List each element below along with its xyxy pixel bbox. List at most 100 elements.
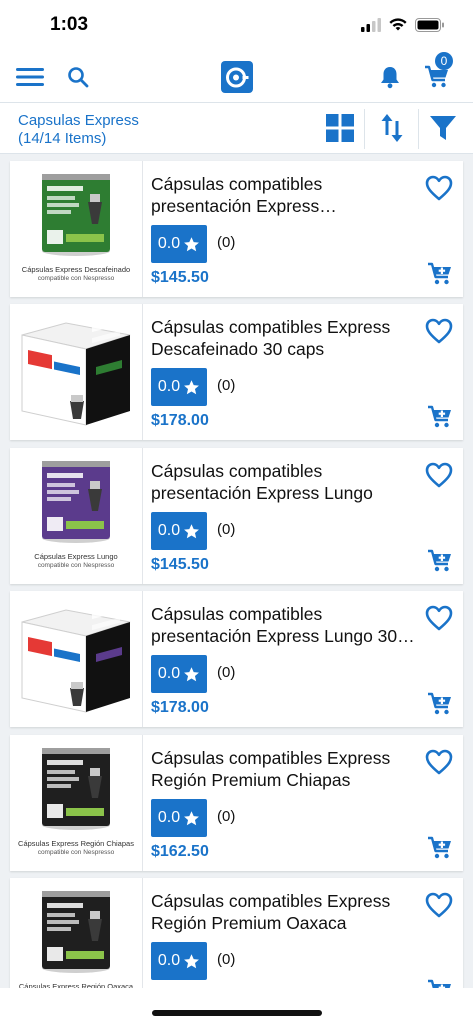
heart-icon	[425, 462, 453, 488]
review-count: (0)	[217, 521, 236, 538]
add-to-cart-button[interactable]	[423, 546, 457, 576]
add-to-cart-icon	[428, 692, 451, 715]
item-count: (14/14 Items)	[18, 130, 107, 147]
rating-badge: 0.0	[151, 942, 207, 980]
add-to-cart-button[interactable]	[423, 976, 457, 988]
product-image[interactable]	[10, 304, 142, 440]
rating-value: 0.0	[157, 522, 181, 539]
product-name[interactable]: Cápsulas compatibles Express Región Prem…	[151, 890, 417, 934]
top-nav	[0, 52, 473, 102]
favorite-button[interactable]	[421, 601, 457, 635]
wifi-icon	[388, 17, 408, 37]
search-button[interactable]	[62, 52, 94, 102]
product-image-subcaption: compatible con Nespresso	[37, 275, 115, 282]
product-card[interactable]: Cápsulas Express Región Chiapas compatibl…	[10, 735, 463, 871]
add-to-cart-icon	[428, 836, 451, 859]
category-toolbar: Capsulas Express (14/14 Items)	[0, 102, 473, 154]
home-indicator[interactable]	[152, 1010, 322, 1016]
product-name[interactable]: Cápsulas compatibles presentación Expres…	[151, 603, 417, 647]
sort-button[interactable]	[365, 103, 419, 153]
battery-icon	[415, 17, 445, 37]
add-to-cart-button[interactable]	[423, 833, 457, 863]
status-time: 1:03	[50, 14, 89, 35]
rating-value: 0.0	[157, 952, 181, 969]
grid-view-button[interactable]	[313, 103, 367, 153]
menu-button[interactable]	[12, 52, 48, 102]
rating-value: 0.0	[157, 809, 181, 826]
heart-icon	[425, 318, 453, 344]
grid-view-icon	[326, 114, 354, 142]
search-icon	[68, 67, 89, 88]
hamburger-menu-icon	[16, 68, 44, 86]
rating-value: 0.0	[157, 235, 181, 252]
star-icon	[184, 666, 200, 681]
product-image[interactable]	[10, 591, 142, 727]
heart-icon	[425, 892, 453, 918]
review-count: (0)	[217, 951, 236, 968]
rating-value: 0.0	[157, 378, 181, 395]
product-image-subcaption: compatible con Nespresso	[37, 849, 115, 856]
product-price: $145.50	[151, 556, 209, 573]
status-icons	[361, 17, 445, 37]
product-price: $162.50	[151, 843, 209, 860]
review-count: (0)	[217, 808, 236, 825]
rating-badge: 0.0	[151, 225, 207, 263]
product-card[interactable]: Cápsulas Express Lungo compatible con Nes…	[10, 448, 463, 584]
bottom-area	[0, 988, 473, 1024]
add-to-cart-button[interactable]	[423, 689, 457, 719]
product-list[interactable]: Cápsulas Express Descafeinado compatible …	[0, 154, 473, 988]
status-bar: 1:03	[0, 0, 473, 52]
product-image-caption: Cápsulas Express Lungo	[34, 552, 118, 561]
category-title: Capsulas Express	[18, 112, 139, 129]
star-icon	[184, 810, 200, 825]
rating-badge: 0.0	[151, 368, 207, 406]
product-card[interactable]: Cápsulas Express Región Oaxaca Cápsulas c…	[10, 878, 463, 988]
favorite-button[interactable]	[421, 745, 457, 779]
card-divider	[142, 448, 143, 584]
rating-badge: 0.0	[151, 655, 207, 693]
add-to-cart-button[interactable]	[423, 402, 457, 432]
heart-icon	[425, 605, 453, 631]
card-divider	[142, 161, 143, 297]
filter-button[interactable]	[416, 103, 470, 153]
heart-icon	[425, 175, 453, 201]
cart-count-badge: 0	[435, 52, 453, 70]
star-icon	[184, 379, 200, 394]
signal-icon	[361, 17, 381, 37]
product-card[interactable]: Cápsulas compatibles presentación Expres…	[10, 591, 463, 727]
card-divider	[142, 304, 143, 440]
add-to-cart-icon	[428, 979, 451, 988]
product-name[interactable]: Cápsulas compatibles Express Descafeinad…	[151, 316, 417, 360]
product-image-caption: Cápsulas Express Región Chiapas	[18, 839, 134, 848]
star-icon	[184, 236, 200, 251]
add-to-cart-icon	[428, 262, 451, 285]
product-image-subcaption: compatible con Nespresso	[37, 562, 115, 569]
add-to-cart-icon	[428, 405, 451, 428]
app-logo[interactable]	[220, 52, 254, 102]
filter-icon	[430, 116, 456, 140]
rating-badge: 0.0	[151, 512, 207, 550]
review-count: (0)	[217, 377, 236, 394]
rating-value: 0.0	[157, 665, 181, 682]
favorite-button[interactable]	[421, 888, 457, 922]
favorite-button[interactable]	[421, 458, 457, 492]
notifications-button[interactable]	[376, 52, 404, 102]
card-divider	[142, 878, 143, 988]
heart-icon	[425, 749, 453, 775]
star-icon	[184, 953, 200, 968]
product-card[interactable]: Cápsulas compatibles Express Descafeinad…	[10, 304, 463, 440]
favorite-button[interactable]	[421, 314, 457, 348]
product-price: $145.50	[151, 269, 209, 286]
add-to-cart-button[interactable]	[423, 259, 457, 289]
product-image[interactable]	[10, 878, 142, 988]
product-name[interactable]: Cápsulas compatibles Express Región Prem…	[151, 747, 417, 791]
bell-icon	[381, 67, 399, 89]
review-count: (0)	[217, 234, 236, 251]
product-card[interactable]: Cápsulas Express Descafeinado compatible …	[10, 161, 463, 297]
star-icon	[184, 523, 200, 538]
product-price: $178.00	[151, 699, 209, 716]
favorite-button[interactable]	[421, 171, 457, 205]
product-name[interactable]: Cápsulas compatibles presentación Expres…	[151, 460, 417, 504]
product-name[interactable]: Cápsulas compatibles presentación Expres…	[151, 173, 417, 217]
card-divider	[142, 591, 143, 727]
